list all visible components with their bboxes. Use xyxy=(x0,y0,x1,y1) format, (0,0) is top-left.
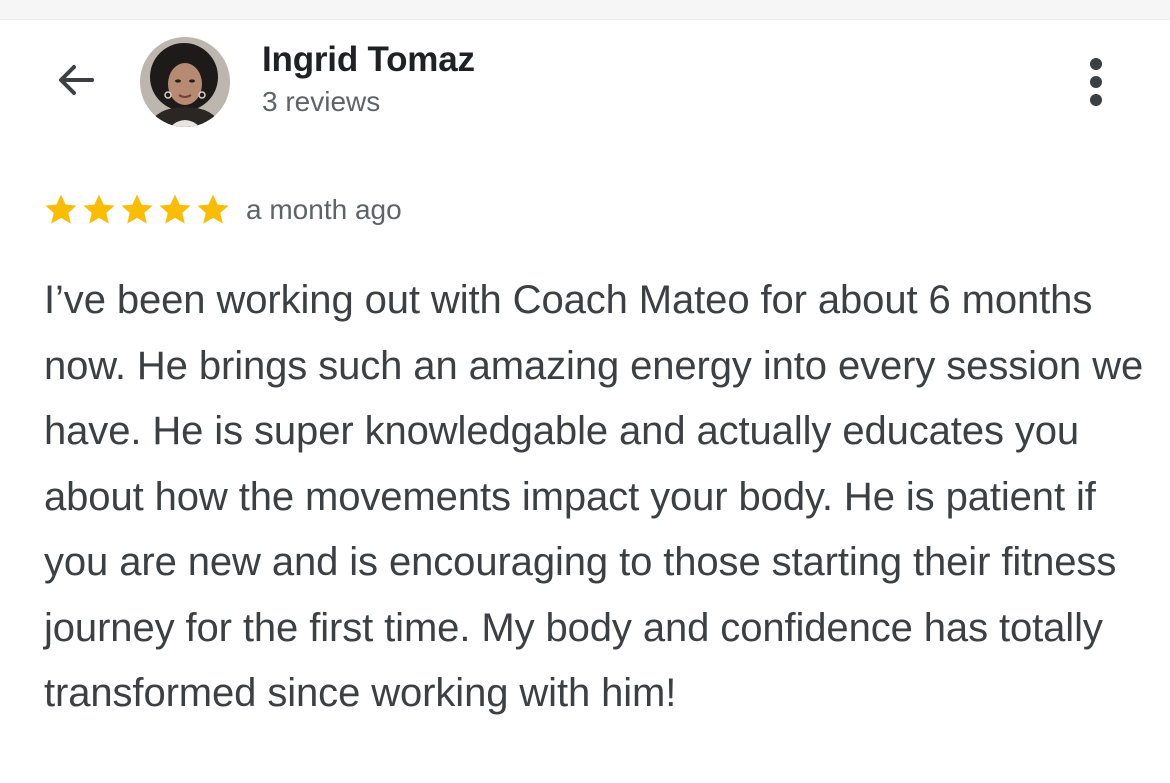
star-icon xyxy=(121,194,153,224)
more-options-button[interactable] xyxy=(1076,52,1116,112)
rating-row: a month ago xyxy=(42,190,402,230)
more-vertical-icon xyxy=(1090,58,1102,106)
review-text: I’ve been working out with Coach Mateo f… xyxy=(44,278,1144,715)
star-icon xyxy=(45,194,77,224)
back-button[interactable] xyxy=(46,50,106,110)
avatar-photo xyxy=(140,37,230,127)
review-date: a month ago xyxy=(246,194,402,225)
star-icon xyxy=(159,194,191,224)
star-icon xyxy=(83,194,115,224)
star-icon xyxy=(197,194,229,224)
star-rating xyxy=(42,191,232,229)
arrow-left-icon xyxy=(59,65,94,95)
avatar[interactable] xyxy=(140,37,230,127)
reviewer-name[interactable]: Ingrid Tomaz xyxy=(262,40,475,80)
review-count[interactable]: 3 reviews xyxy=(262,86,380,118)
status-strip xyxy=(0,0,1170,20)
